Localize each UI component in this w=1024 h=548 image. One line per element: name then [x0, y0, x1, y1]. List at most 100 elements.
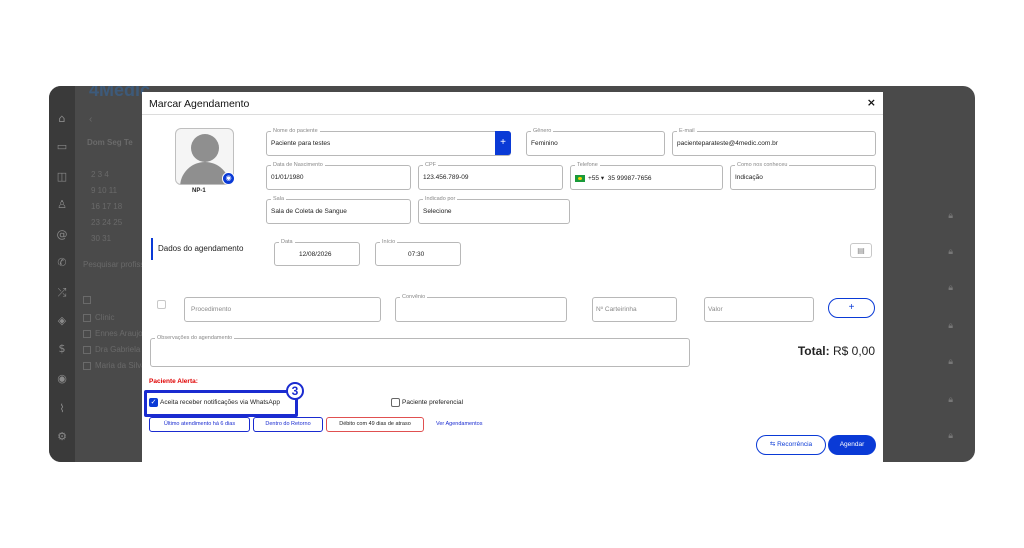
lock-icon: 🔒︎	[948, 430, 953, 440]
camera-icon[interactable]: ◉	[222, 172, 235, 185]
room-toggle-icon[interactable]: ▤	[850, 243, 872, 258]
home-icon[interactable]: ⌂	[55, 112, 69, 126]
procedure-placeholder: Procedimento	[191, 306, 232, 313]
patient-name-label: Nome do paciente	[271, 127, 320, 135]
start-time-value: 07:30	[408, 251, 425, 258]
month-prev-icon[interactable]: ‹	[89, 114, 92, 125]
step-badge: 3	[286, 382, 304, 400]
room-field[interactable]: Sala Sala de Coleta de Sangue	[266, 195, 411, 224]
dollar-icon[interactable]: $	[55, 342, 69, 356]
calendar-icon[interactable]: ▭	[55, 140, 69, 154]
shuffle-icon[interactable]: ⤮	[55, 286, 69, 300]
room-value: Sala de Coleta de Sangue	[271, 208, 347, 215]
phone-label: Telefone	[575, 161, 600, 169]
date-label: Data	[279, 238, 295, 246]
calendar-row[interactable]: 2 3 4	[91, 170, 109, 179]
calendar-row[interactable]: 23 24 25	[91, 218, 122, 227]
cpf-field[interactable]: CPF 123.456.789-09	[418, 161, 563, 190]
phone-icon[interactable]: ✆	[55, 256, 69, 270]
calendar-row[interactable]: 9 10 11	[91, 186, 117, 195]
app-sidebar: ⌂ ▭ ◫ ♙ @ ✆ ⤮ ◈ $ ◉ ⌇ ⚙	[49, 86, 75, 462]
notes-textarea[interactable]: Observações do agendamento	[150, 334, 690, 367]
recurrence-button[interactable]: ⇆ Recorrência	[756, 435, 826, 455]
email-field[interactable]: E-mail pacienteparateste@4medic.com.br	[672, 127, 876, 156]
lock-icon: 🔒︎	[948, 246, 953, 256]
weekday-header: Dom Seg Te	[87, 138, 133, 147]
preferential-checkbox[interactable]	[391, 398, 400, 407]
lock-icon: 🔒︎	[948, 210, 953, 220]
calendar-row[interactable]: 30 31	[91, 234, 111, 243]
how-known-field[interactable]: Como nos conheceu Indicação	[730, 161, 876, 190]
date-value: 12/08/2026	[299, 251, 332, 258]
filter-checkbox[interactable]	[83, 346, 91, 354]
lock-icon: 🔒︎	[948, 320, 953, 330]
search-professional-input[interactable]: Pesquisar profissi	[83, 260, 146, 269]
total-amount: Total: R$ 0,00	[798, 344, 875, 358]
chat-icon[interactable]: ◫	[55, 170, 69, 184]
lock-icon: 🔒︎	[948, 356, 953, 366]
user-icon[interactable]: ♙	[55, 198, 69, 212]
return-window-tag[interactable]: Dentro do Retorno	[253, 417, 323, 432]
calendar-row[interactable]: 16 17 18	[91, 202, 122, 211]
filter-label: Ennes Araujo	[95, 329, 143, 338]
last-visit-tag[interactable]: Último atendimento há 6 dias	[149, 417, 250, 432]
close-icon[interactable]: ×	[867, 96, 876, 109]
settings-icon[interactable]: ⚙	[55, 430, 69, 444]
cpf-label: CPF	[423, 161, 438, 169]
whatsapp-checkbox[interactable]: ✓	[149, 398, 158, 407]
filter-checkbox[interactable]	[83, 296, 91, 304]
background-calendar-panel: ‹ Dom Seg Te 2 3 4 9 10 11 16 17 18 23 2…	[75, 100, 149, 462]
room-label: Sala	[271, 195, 287, 203]
lock-icon: 🔒︎	[948, 282, 953, 292]
add-procedure-button[interactable]: +	[828, 298, 875, 318]
at-icon[interactable]: @	[55, 228, 69, 242]
how-known-label: Como nos conheceu	[735, 161, 790, 169]
date-field[interactable]: Data 12/08/2026	[274, 238, 360, 266]
filter-label: Maria da Silva	[95, 361, 146, 370]
filter-label: Dra Gabriela N	[95, 345, 149, 354]
shield-icon[interactable]: ◈	[55, 314, 69, 328]
preferential-label: Paciente preferencial	[402, 399, 464, 406]
lock-icon: 🔒︎	[948, 394, 953, 404]
brazil-flag-icon[interactable]	[575, 174, 585, 182]
card-number-field[interactable]: Nº Carteirinha	[592, 297, 677, 322]
background-agenda-column: 🔒︎ 🔒︎ 🔒︎ 🔒︎ 🔒︎ 🔒︎ 🔒︎	[867, 86, 975, 462]
birth-date-value: 01/01/1980	[271, 174, 304, 181]
schedule-appointment-modal: Marcar Agendamento × ◉ NP-1 Nome do paci…	[142, 92, 883, 462]
start-time-field[interactable]: Início 07:30	[375, 238, 461, 266]
referred-by-field[interactable]: Indicado por Selecione	[418, 195, 570, 224]
insurance-field[interactable]: Convênio	[395, 293, 567, 322]
procedure-checkbox[interactable]	[157, 300, 166, 309]
notes-label: Observações do agendamento	[155, 334, 235, 342]
procedure-field[interactable]: Procedimento	[184, 297, 381, 322]
divider	[142, 114, 883, 115]
gender-field[interactable]: Gênero Feminino	[526, 127, 665, 156]
patient-name-field[interactable]: Nome do paciente Paciente para testes +	[266, 127, 511, 156]
filter-label: Clinic	[95, 313, 115, 322]
filter-checkbox[interactable]	[83, 362, 91, 370]
debt-tag[interactable]: Débito com 49 dias de atraso	[326, 417, 424, 432]
phone-field[interactable]: Telefone +55 ▾ 35 99987-7656	[570, 161, 723, 190]
value-field[interactable]: Valor	[704, 297, 814, 322]
section-indicator	[151, 238, 153, 260]
patient-alert-label: Paciente Alerta:	[149, 378, 198, 385]
whatsapp-label: Aceita receber notificações via WhatsApp	[160, 399, 280, 406]
birth-date-label: Data de Nascimento	[271, 161, 325, 169]
chart-icon[interactable]: ⌇	[55, 402, 69, 416]
filter-checkbox[interactable]	[83, 330, 91, 338]
add-patient-button[interactable]: +	[495, 131, 511, 155]
birth-date-field[interactable]: Data de Nascimento 01/01/1980	[266, 161, 411, 190]
phone-country-code[interactable]: +55	[588, 175, 599, 182]
referred-by-value: Selecione	[423, 208, 452, 215]
money-icon[interactable]: ◉	[55, 372, 69, 386]
filter-checkbox[interactable]	[83, 314, 91, 322]
referred-by-label: Indicado por	[423, 195, 458, 203]
gender-label: Gênero	[531, 127, 554, 135]
email-value: pacienteparateste@4medic.com.br	[677, 140, 778, 147]
schedule-button[interactable]: Agendar	[828, 435, 876, 455]
start-time-label: Início	[380, 238, 398, 246]
view-appointments-link[interactable]: Ver Agendamentos	[436, 421, 482, 427]
cpf-value: 123.456.789-09	[423, 174, 469, 181]
total-label: Total:	[797, 344, 830, 358]
total-value: R$ 0,00	[832, 344, 875, 358]
